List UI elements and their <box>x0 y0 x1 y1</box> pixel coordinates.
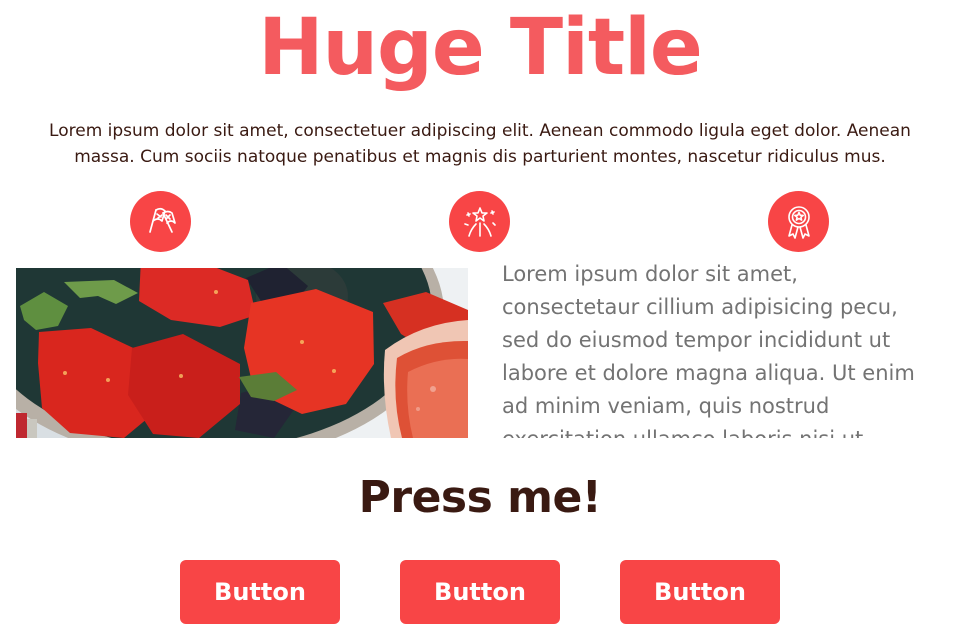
body-text: Lorem ipsum dolor sit amet, consectetaur… <box>502 258 940 438</box>
page: Huge Title Lorem ipsum dolor sit amet, c… <box>0 0 960 640</box>
body-line: consectetaur cillium adipisicing pecu, <box>502 295 898 319</box>
strawberries-photo <box>16 268 468 438</box>
award-ribbon-icon <box>768 191 829 252</box>
primary-button-2[interactable]: Button <box>400 560 560 624</box>
body-line: sed do eiusmod tempor incididunt ut <box>502 328 891 352</box>
fireworks-icon <box>449 191 510 252</box>
primary-button-1[interactable]: Button <box>180 560 340 624</box>
cta-title: Press me! <box>358 472 602 523</box>
body-line: ad minim veniam, quis nostrud <box>502 394 830 418</box>
body-line: exercitation ullamco laboris nisi ut <box>502 423 940 438</box>
primary-button-3[interactable]: Button <box>620 560 780 624</box>
body-line: labore et dolore magna aliqua. Ut enim <box>502 361 915 385</box>
intro-paragraph: Lorem ipsum dolor sit amet, consectetuer… <box>49 121 911 167</box>
body-line: Lorem ipsum dolor sit amet, <box>502 262 798 286</box>
page-title: Huge Title <box>258 3 703 93</box>
flags-icon <box>130 191 191 252</box>
